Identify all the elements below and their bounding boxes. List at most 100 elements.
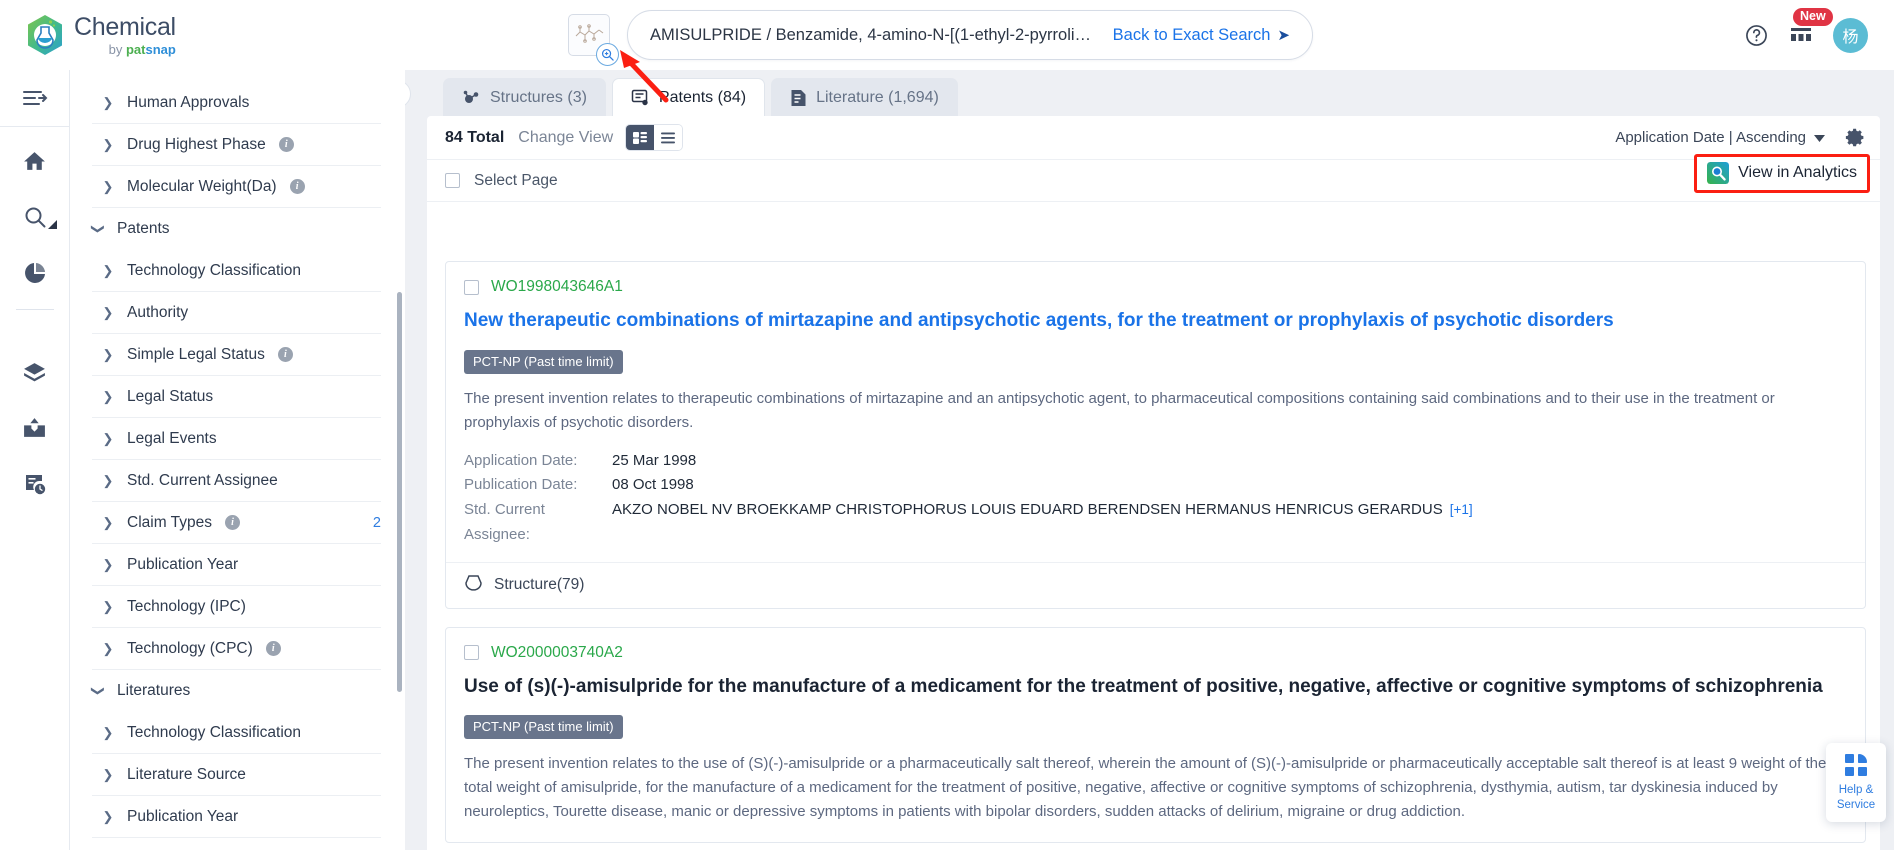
metadata-value: 08 Oct 1998 bbox=[612, 473, 694, 498]
home-icon[interactable] bbox=[0, 133, 70, 189]
info-icon[interactable]: i bbox=[278, 137, 294, 152]
view-in-analytics-button[interactable]: View in Analytics bbox=[1707, 162, 1857, 184]
filter-item-technology-classification[interactable]: ❯ Technology Classification bbox=[92, 712, 381, 754]
info-icon[interactable]: i bbox=[277, 347, 293, 362]
filter-item-label: Legal Events bbox=[127, 429, 217, 447]
select-page-label[interactable]: Select Page bbox=[474, 172, 558, 190]
back-to-exact-search-button[interactable]: Back to Exact Search ➤ bbox=[1113, 26, 1290, 45]
change-view-button[interactable]: Change View bbox=[518, 129, 613, 147]
avatar[interactable]: 杨 bbox=[1833, 17, 1868, 53]
brand-pat: pat bbox=[125, 41, 146, 57]
upload-inbox-icon[interactable] bbox=[0, 400, 70, 456]
sidebar-scrollbar[interactable] bbox=[397, 292, 402, 692]
apps-grid-icon bbox=[1791, 28, 1811, 41]
structure-icon bbox=[464, 574, 483, 597]
chevron-right-icon: ❯ bbox=[102, 472, 114, 488]
filter-item-std-current-assignee[interactable]: ❯ Std. Current Assignee bbox=[92, 460, 381, 502]
filter-item-claim-types[interactable]: ❯ Claim Types i 2 bbox=[92, 502, 381, 544]
app-root: Chemical by patsnap AMISULPRIDE / Benzam… bbox=[0, 0, 1894, 850]
expand-panel-icon[interactable] bbox=[0, 70, 70, 126]
tab-structures[interactable]: Structures (3) bbox=[443, 78, 606, 116]
filter-item-technology-cpc[interactable]: ❯ Technology (CPC) i bbox=[92, 628, 381, 670]
brand-logo[interactable]: Chemical by patsnap bbox=[26, 14, 176, 56]
history-report-icon[interactable] bbox=[0, 456, 70, 512]
filter-item-publication-year[interactable]: ❯ Publication Year bbox=[92, 796, 381, 838]
filter-item-label: Authority bbox=[127, 303, 189, 321]
chevron-right-icon: ❯ bbox=[102, 346, 114, 362]
filter-item-authority[interactable]: ❯ Authority bbox=[92, 292, 381, 334]
metadata-label: Application Date: bbox=[464, 451, 578, 469]
filter-item-literature-source[interactable]: ❯ Literature Source bbox=[92, 754, 381, 796]
tab-patents[interactable]: Patents (84) bbox=[611, 78, 766, 116]
icon-rail bbox=[0, 70, 70, 850]
patent-abstract: The present invention relates to the use… bbox=[464, 755, 1827, 821]
search-area: AMISULPRIDE / Benzamide, 4-amino-N-[(1-e… bbox=[568, 10, 1313, 66]
patent-title[interactable]: Use of (s)(-)-amisulpride for the manufa… bbox=[464, 675, 1847, 700]
info-icon[interactable]: i bbox=[265, 641, 281, 656]
metadata-row: Publication Date: 08 Oct 1998 bbox=[464, 473, 1847, 498]
filter-item-publication-year[interactable]: ❯ Publication Year bbox=[92, 544, 381, 586]
filter-item-legal-events[interactable]: ❯ Legal Events bbox=[92, 418, 381, 460]
filter-group-literatures[interactable]: ❯ Literatures bbox=[91, 670, 381, 712]
patent-number-row: WO2000003740A2 bbox=[464, 644, 1847, 662]
chevron-right-icon: ❯ bbox=[102, 430, 114, 446]
metadata-label: Std. Current Assignee: bbox=[464, 501, 545, 543]
collapse-sidebar-button[interactable]: ❮ bbox=[405, 80, 411, 108]
filter-item-human-approvals[interactable]: ❯ Human Approvals bbox=[92, 82, 381, 124]
filter-item-technology-ipc[interactable]: ❯ Technology (IPC) bbox=[92, 586, 381, 628]
search-icon[interactable] bbox=[0, 189, 70, 245]
chevron-down-icon: ❯ bbox=[91, 685, 106, 697]
chevron-right-icon: ❯ bbox=[102, 766, 114, 782]
chevron-right-icon: ❯ bbox=[102, 556, 114, 572]
status-badge: PCT-NP (Past time limit) bbox=[464, 349, 623, 374]
show-more-link[interactable]: [+1] bbox=[1450, 502, 1473, 517]
chevron-right-icon: ❯ bbox=[102, 808, 114, 824]
info-icon[interactable]: i bbox=[289, 179, 305, 194]
result-checkbox[interactable] bbox=[464, 645, 479, 661]
result-checkbox[interactable] bbox=[464, 279, 479, 295]
patent-number[interactable]: WO2000003740A2 bbox=[491, 644, 623, 662]
zoom-in-icon[interactable] bbox=[596, 43, 619, 66]
select-page-checkbox[interactable] bbox=[445, 173, 460, 188]
filter-item-legal-status[interactable]: ❯ Legal Status bbox=[92, 376, 381, 418]
list-view-icon[interactable] bbox=[654, 125, 683, 150]
brand-snap: snap bbox=[145, 41, 176, 57]
filter-item-label: Human Approvals bbox=[127, 93, 250, 111]
filter-item-technology-classification[interactable]: ❯ Technology Classification bbox=[92, 250, 381, 292]
grid-view-icon[interactable] bbox=[626, 125, 655, 150]
structure-footer-button[interactable]: Structure(79) bbox=[446, 561, 1865, 608]
info-icon[interactable]: i bbox=[225, 515, 240, 530]
tab-label: Literature (1,694) bbox=[816, 88, 939, 106]
apps-grid-button[interactable]: New bbox=[1789, 8, 1833, 47]
chevron-right-icon: ❯ bbox=[102, 724, 114, 740]
filter-item-molecular-weight-da[interactable]: ❯ Molecular Weight(Da) i bbox=[92, 166, 381, 208]
patent-number[interactable]: WO1998043646A1 bbox=[491, 278, 623, 296]
metadata-row: Application Date: 25 Mar 1998 bbox=[464, 449, 1847, 474]
workspace-box-icon[interactable] bbox=[0, 344, 70, 400]
search-input[interactable]: AMISULPRIDE / Benzamide, 4-amino-N-[(1-e… bbox=[650, 26, 1099, 45]
rail-divider bbox=[0, 126, 69, 127]
chevron-right-icon: ❯ bbox=[102, 388, 114, 404]
brand-title: Chemical bbox=[74, 12, 176, 41]
help-circle-icon[interactable] bbox=[1744, 23, 1769, 48]
filter-item-simple-legal-status[interactable]: ❯ Simple Legal Status i bbox=[92, 334, 381, 376]
patent-abstract: The present invention relates to therape… bbox=[464, 389, 1775, 431]
structures-icon bbox=[462, 89, 481, 106]
help-and-service-widget[interactable]: Help & Service bbox=[1826, 742, 1886, 822]
filter-item-label: Technology (CPC) bbox=[127, 639, 253, 657]
sort-dropdown[interactable]: Application Date | Ascending bbox=[1615, 129, 1825, 146]
main-panel: ❮ Structures (3) Patents (84) Literature (… bbox=[405, 70, 1894, 850]
filter-group-patents[interactable]: ❯ Patents bbox=[91, 208, 381, 250]
rail-divider-2 bbox=[15, 309, 54, 310]
patent-title[interactable]: New therapeutic combinations of mirtazap… bbox=[464, 309, 1847, 334]
tab-literature[interactable]: Literature (1,694) bbox=[771, 78, 958, 116]
gear-icon[interactable] bbox=[1845, 127, 1866, 148]
analytics-pie-icon[interactable] bbox=[0, 245, 70, 301]
filter-sidebar: ❯ Human Approvals ❯ Drug Highest Phase i ❯ Mol… bbox=[70, 70, 405, 850]
filter-item-drug-highest-phase[interactable]: ❯ Drug Highest Phase i bbox=[92, 124, 381, 166]
chevron-right-icon: ❯ bbox=[102, 94, 114, 110]
status-badge: PCT-NP (Past time limit) bbox=[464, 715, 623, 740]
structure-thumbnail[interactable] bbox=[568, 14, 619, 66]
search-bar[interactable]: AMISULPRIDE / Benzamide, 4-amino-N-[(1-e… bbox=[627, 10, 1313, 60]
patent-metadata: Application Date: 25 Mar 1998 Publication … bbox=[464, 449, 1847, 548]
